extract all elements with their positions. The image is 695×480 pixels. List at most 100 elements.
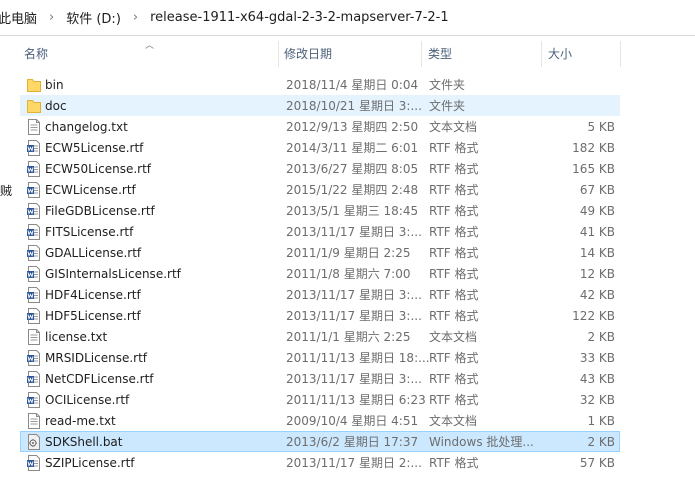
column-header-row: 名称 修改日期 类型 大小: [0, 36, 695, 72]
rtf-file-icon: [27, 161, 41, 177]
file-row[interactable]: SDKShell.bat 2013/6/2 星期日 17:37 Windows …: [20, 431, 620, 452]
column-divider[interactable]: [421, 41, 422, 67]
file-size: 165 KB: [572, 162, 615, 176]
file-name: SZIPLicense.rtf: [45, 456, 135, 470]
file-date: 2012/9/13 星期四 2:50: [286, 120, 419, 134]
file-date: 2011/1/1 星期六 2:25: [286, 330, 411, 344]
file-type: 文本文档: [429, 120, 478, 134]
file-name: GISInternalsLicense.rtf: [45, 267, 181, 281]
file-type: RTF 格式: [429, 204, 479, 218]
file-type: 文本文档: [429, 330, 478, 344]
breadcrumb-current-folder[interactable]: release-1911-x64-gdal-2-3-2-mapserver-7-…: [148, 10, 451, 25]
file-name: HDF4License.rtf: [45, 288, 141, 302]
file-name: ECWLicense.rtf: [45, 183, 136, 197]
file-date: 2018/11/4 星期日 0:04: [286, 78, 419, 92]
file-row[interactable]: SZIPLicense.rtf 2013/11/17 星期日 2:... RTF…: [20, 452, 620, 473]
breadcrumb-separator-icon[interactable]: ›: [39, 10, 64, 25]
file-row[interactable]: GISInternalsLicense.rtf 2011/1/8 星期六 7:0…: [20, 263, 620, 284]
file-type: RTF 格式: [429, 162, 479, 176]
file-name: HDF5License.rtf: [45, 309, 141, 323]
file-size: 182 KB: [572, 141, 615, 155]
file-type: 文本文档: [429, 414, 478, 428]
file-size: 57 KB: [579, 456, 615, 470]
file-row[interactable]: ECW5License.rtf 2014/3/11 星期二 6:01 RTF 格…: [20, 137, 620, 158]
file-date: 2013/11/17 星期日 3:...: [286, 309, 422, 323]
file-date: 2011/1/8 星期六 7:00: [286, 267, 411, 281]
file-size: 32 KB: [579, 393, 615, 407]
file-size: 42 KB: [579, 288, 615, 302]
folder-icon: [27, 98, 41, 114]
rtf-file-icon: [27, 350, 41, 366]
rtf-file-icon: [27, 203, 41, 219]
file-date: 2009/10/4 星期日 4:51: [286, 414, 419, 428]
file-size: 14 KB: [579, 246, 615, 260]
column-header-size[interactable]: 大小: [544, 36, 620, 72]
column-divider[interactable]: [278, 41, 279, 67]
file-row[interactable]: changelog.txt 2012/9/13 星期四 2:50 文本文档 5 …: [20, 116, 620, 137]
file-row[interactable]: ECW50License.rtf 2013/6/27 星期四 8:05 RTF …: [20, 158, 620, 179]
file-date: 2014/3/11 星期二 6:01: [286, 141, 419, 155]
file-row[interactable]: OCILicense.rtf 2011/11/13 星期日 6:23 RTF 格…: [20, 389, 620, 410]
breadcrumb-drive-d[interactable]: 软件 (D:): [64, 8, 123, 27]
file-row[interactable]: NetCDFLicense.rtf 2013/11/17 星期日 3:... R…: [20, 368, 620, 389]
file-date: 2011/11/13 星期日 6:23: [286, 393, 426, 407]
file-date: 2011/1/9 星期日 2:25: [286, 246, 411, 260]
file-row[interactable]: bin 2018/11/4 星期日 0:04 文件夹: [20, 74, 620, 95]
address-bar[interactable]: 此电脑 › 软件 (D:) › release-1911-x64-gdal-2-…: [0, 0, 695, 36]
file-name: doc: [45, 99, 67, 113]
file-size: 122 KB: [572, 309, 615, 323]
file-row[interactable]: HDF5License.rtf 2013/11/17 星期日 3:... RTF…: [20, 305, 620, 326]
file-date: 2013/6/2 星期日 17:37: [286, 435, 419, 449]
file-list: bin 2018/11/4 星期日 0:04 文件夹 doc 2018/10/2…: [20, 74, 620, 473]
rtf-file-icon: [27, 371, 41, 387]
file-type: RTF 格式: [429, 351, 479, 365]
file-date: 2018/10/21 星期日 3:...: [286, 99, 422, 113]
file-row[interactable]: FITSLicense.rtf 2013/11/17 星期日 3:... RTF…: [20, 221, 620, 242]
rtf-file-icon: [27, 308, 41, 324]
file-date: 2011/11/13 星期日 18:...: [286, 351, 430, 365]
column-divider[interactable]: [541, 41, 542, 67]
file-size: 33 KB: [579, 351, 615, 365]
file-row[interactable]: MRSIDLicense.rtf 2011/11/13 星期日 18:... R…: [20, 347, 620, 368]
file-type: 文件夹: [429, 78, 466, 92]
file-date: 2013/11/17 星期日 3:...: [286, 288, 422, 302]
file-row[interactable]: doc 2018/10/21 星期日 3:... 文件夹: [20, 95, 620, 116]
batch-file-icon: [27, 434, 41, 450]
text-file-icon: [27, 329, 41, 345]
file-size: 49 KB: [579, 204, 615, 218]
rtf-file-icon: [27, 245, 41, 261]
file-name: FITSLicense.rtf: [45, 225, 134, 239]
file-name: MRSIDLicense.rtf: [45, 351, 148, 365]
file-row[interactable]: GDALLicense.rtf 2011/1/9 星期日 2:25 RTF 格式…: [20, 242, 620, 263]
text-file-icon: [27, 413, 41, 429]
file-type: RTF 格式: [429, 456, 479, 470]
file-type: RTF 格式: [429, 267, 479, 281]
file-name: FileGDBLicense.rtf: [45, 204, 155, 218]
folder-icon: [27, 77, 41, 93]
file-name: ECW5License.rtf: [45, 141, 144, 155]
file-type: Windows 批处理...: [429, 435, 534, 449]
file-name: ECW50License.rtf: [45, 162, 152, 176]
file-name: license.txt: [45, 330, 108, 344]
file-date: 2013/11/17 星期日 3:...: [286, 225, 422, 239]
column-header-type[interactable]: 类型: [424, 36, 541, 72]
rtf-file-icon: [27, 287, 41, 303]
file-size: 2 KB: [587, 330, 615, 344]
file-type: RTF 格式: [429, 372, 479, 386]
file-row[interactable]: license.txt 2011/1/1 星期六 2:25 文本文档 2 KB: [20, 326, 620, 347]
rtf-file-icon: [27, 392, 41, 408]
breadcrumb-separator-icon[interactable]: ›: [123, 10, 148, 25]
file-name: changelog.txt: [45, 120, 128, 134]
file-size: 2 KB: [587, 435, 615, 449]
file-size: 5 KB: [587, 120, 615, 134]
file-row[interactable]: HDF4License.rtf 2013/11/17 星期日 3:... RTF…: [20, 284, 620, 305]
column-divider[interactable]: [620, 41, 621, 67]
file-row[interactable]: ECWLicense.rtf 2015/1/22 星期四 2:48 RTF 格式…: [20, 179, 620, 200]
breadcrumb-this-pc[interactable]: 此电脑: [0, 8, 39, 27]
file-name: SDKShell.bat: [45, 435, 123, 449]
file-row[interactable]: read-me.txt 2009/10/4 星期日 4:51 文本文档 1 KB: [20, 410, 620, 431]
navigation-pane-fragment[interactable]: 贼: [0, 182, 12, 199]
column-header-date[interactable]: 修改日期: [280, 36, 421, 72]
file-row[interactable]: FileGDBLicense.rtf 2013/5/1 星期三 18:45 RT…: [20, 200, 620, 221]
file-type: RTF 格式: [429, 309, 479, 323]
